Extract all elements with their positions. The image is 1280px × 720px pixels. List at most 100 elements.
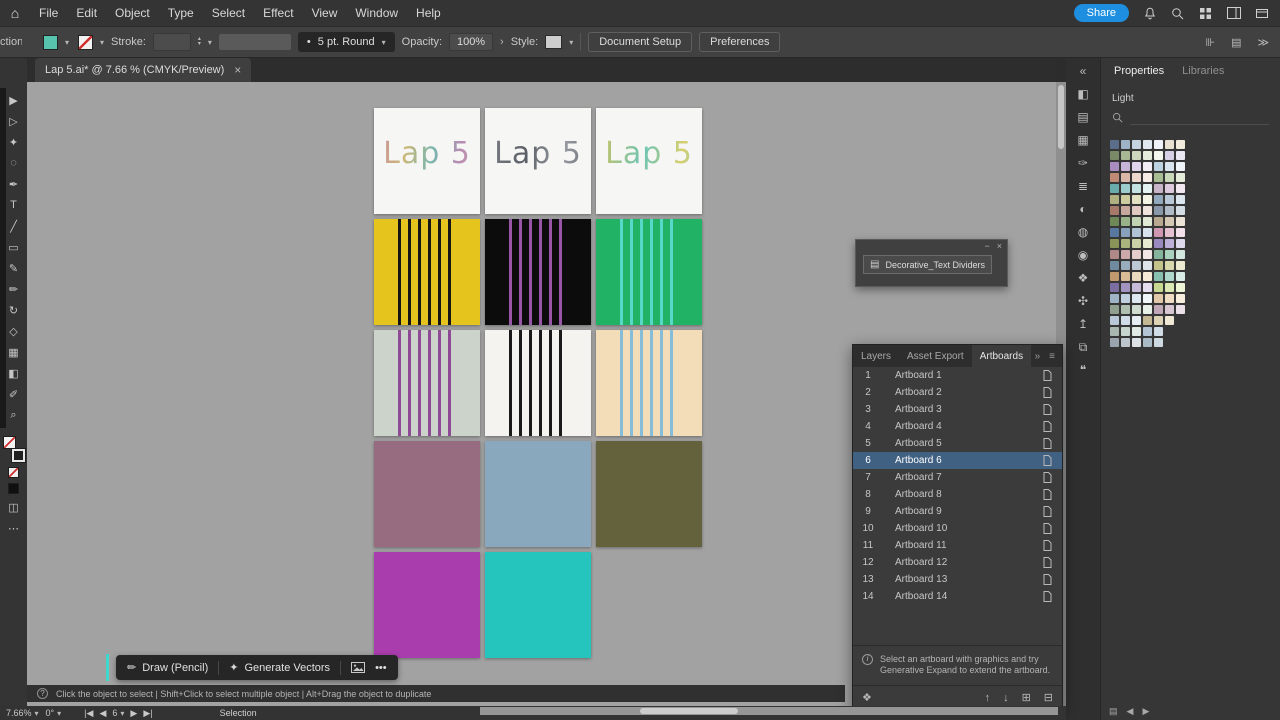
fill-color-swatch[interactable] — [43, 35, 58, 50]
artboard-canvas-8[interactable] — [485, 330, 591, 436]
page-icon[interactable] — [1043, 438, 1062, 449]
color-swatch[interactable] — [1154, 184, 1163, 193]
artboard-row-11[interactable]: 11Artboard 11 — [853, 537, 1062, 554]
apps-grid-icon[interactable] — [1199, 7, 1212, 20]
color-swatch[interactable] — [1121, 217, 1130, 226]
stroke-weight-caret-icon[interactable] — [208, 36, 212, 48]
color-swatch[interactable] — [1121, 305, 1130, 314]
color-swatch[interactable] — [1132, 162, 1141, 171]
color-swatch[interactable] — [1132, 206, 1141, 215]
color-guide-icon[interactable]: ▤ — [1077, 111, 1088, 123]
gradient-panel-icon[interactable]: ◐ — [1079, 203, 1086, 215]
color-swatch[interactable] — [1165, 162, 1174, 171]
color-swatch[interactable] — [1121, 162, 1130, 171]
color-swatch[interactable] — [1121, 228, 1130, 237]
horizontal-scroll-thumb[interactable] — [640, 708, 738, 714]
screen-mode-icon[interactable]: ⋯ — [3, 520, 24, 536]
color-swatch[interactable] — [1165, 294, 1174, 303]
color-swatch[interactable] — [1154, 140, 1163, 149]
color-swatch[interactable] — [1143, 294, 1152, 303]
artboard-row-14[interactable]: 14Artboard 14 — [853, 588, 1062, 605]
page-icon[interactable] — [1043, 540, 1062, 551]
artboards-panel-icon[interactable]: ⧉ — [1079, 341, 1088, 353]
menu-help[interactable]: Help — [407, 0, 450, 26]
color-swatch[interactable] — [1110, 173, 1119, 182]
tab-properties[interactable]: Properties — [1105, 65, 1173, 77]
pencil-tool[interactable]: ✏ — [3, 281, 24, 297]
color-swatch[interactable] — [1176, 283, 1185, 292]
previous-artboard-button[interactable]: ◀ — [99, 708, 106, 719]
floating-panel[interactable]: − × ▤ Decorative_Text Dividers — [855, 239, 1008, 287]
color-swatch[interactable] — [1154, 283, 1163, 292]
new-artboard-icon[interactable]: ⊞ — [1022, 691, 1031, 704]
color-swatch[interactable] — [1121, 272, 1130, 281]
color-swatch[interactable] — [1143, 305, 1152, 314]
align-options-icon[interactable]: ⊪ — [1202, 36, 1218, 49]
color-swatch[interactable] — [1110, 239, 1119, 248]
color-swatch[interactable] — [1121, 184, 1130, 193]
color-swatch[interactable] — [1132, 151, 1141, 160]
color-swatch[interactable] — [1176, 217, 1185, 226]
menu-effect[interactable]: Effect — [254, 0, 302, 26]
panel-menu-icon[interactable]: ≡ — [1049, 351, 1055, 362]
artboard-canvas-10[interactable] — [374, 441, 480, 547]
more-options-button[interactable]: ••• — [375, 662, 387, 674]
minimize-window-icon[interactable] — [1256, 7, 1268, 19]
artboard-canvas-1[interactable]: Lap 5 — [374, 108, 480, 214]
page-icon[interactable] — [1043, 421, 1062, 432]
pen-tool[interactable]: ✒ — [3, 176, 24, 192]
menu-window[interactable]: Window — [346, 0, 407, 26]
color-swatch[interactable] — [1132, 305, 1141, 314]
line-segment-tool[interactable]: ╱ — [3, 218, 24, 234]
color-icon[interactable]: ◧ — [1077, 88, 1088, 100]
color-swatch[interactable] — [1132, 173, 1141, 182]
rotation-dropdown[interactable]: 0° — [46, 708, 62, 718]
color-swatch[interactable] — [1121, 195, 1130, 204]
color-swatch[interactable] — [1176, 250, 1185, 259]
color-swatch[interactable] — [1165, 228, 1174, 237]
zoom-dropdown[interactable]: 7.66% — [6, 708, 39, 718]
color-swatch[interactable] — [1143, 327, 1152, 336]
color-swatch[interactable] — [1132, 316, 1141, 325]
fill-stroke-widget[interactable] — [3, 436, 25, 462]
color-swatch[interactable] — [1154, 217, 1163, 226]
document-setup-button[interactable]: Document Setup — [588, 32, 692, 52]
color-swatch[interactable] — [1132, 261, 1141, 270]
color-swatch[interactable] — [1121, 338, 1130, 347]
library-view-icon[interactable]: ▤ — [1109, 706, 1118, 717]
color-swatch[interactable] — [1154, 261, 1163, 270]
color-swatch[interactable] — [1132, 195, 1141, 204]
page-icon[interactable] — [1043, 489, 1062, 500]
last-artboard-button[interactable]: ▶| — [143, 708, 152, 719]
menu-file[interactable]: File — [30, 0, 67, 26]
color-swatch[interactable] — [1176, 272, 1185, 281]
paintbrush-tool[interactable]: ✎ — [3, 260, 24, 276]
color-swatch[interactable] — [1165, 195, 1174, 204]
artboard-row-2[interactable]: 2Artboard 2 — [853, 384, 1062, 401]
color-swatch[interactable] — [1176, 173, 1185, 182]
color-swatch[interactable] — [1154, 239, 1163, 248]
color-none-chip[interactable] — [8, 467, 19, 478]
color-swatch[interactable] — [1165, 140, 1174, 149]
artboard-row-1[interactable]: 1Artboard 1 — [853, 367, 1062, 384]
color-swatch[interactable] — [1121, 250, 1130, 259]
color-swatch[interactable] — [1110, 305, 1119, 314]
color-swatch[interactable] — [1121, 206, 1130, 215]
color-swatch[interactable] — [1176, 294, 1185, 303]
forward-icon[interactable]: ▶ — [1142, 706, 1149, 717]
color-swatch[interactable] — [1121, 316, 1130, 325]
artboard-row-13[interactable]: 13Artboard 13 — [853, 571, 1062, 588]
color-swatch[interactable] — [1121, 283, 1130, 292]
selection-tool[interactable]: ▶ — [3, 92, 24, 108]
color-swatch[interactable] — [1154, 206, 1163, 215]
color-swatch[interactable] — [1143, 195, 1152, 204]
color-swatch[interactable] — [1143, 250, 1152, 259]
color-black-chip[interactable] — [8, 483, 19, 494]
artboard-row-4[interactable]: 4Artboard 4 — [853, 418, 1062, 435]
artboard-row-9[interactable]: 9Artboard 9 — [853, 503, 1062, 520]
brush-definition-dropdown[interactable]: • 5 pt. Round — [298, 32, 395, 52]
zoom-tool[interactable]: ⌕ — [3, 407, 24, 423]
next-artboard-button[interactable]: ▶ — [130, 708, 137, 719]
color-swatch[interactable] — [1143, 272, 1152, 281]
color-swatch[interactable] — [1154, 338, 1163, 347]
